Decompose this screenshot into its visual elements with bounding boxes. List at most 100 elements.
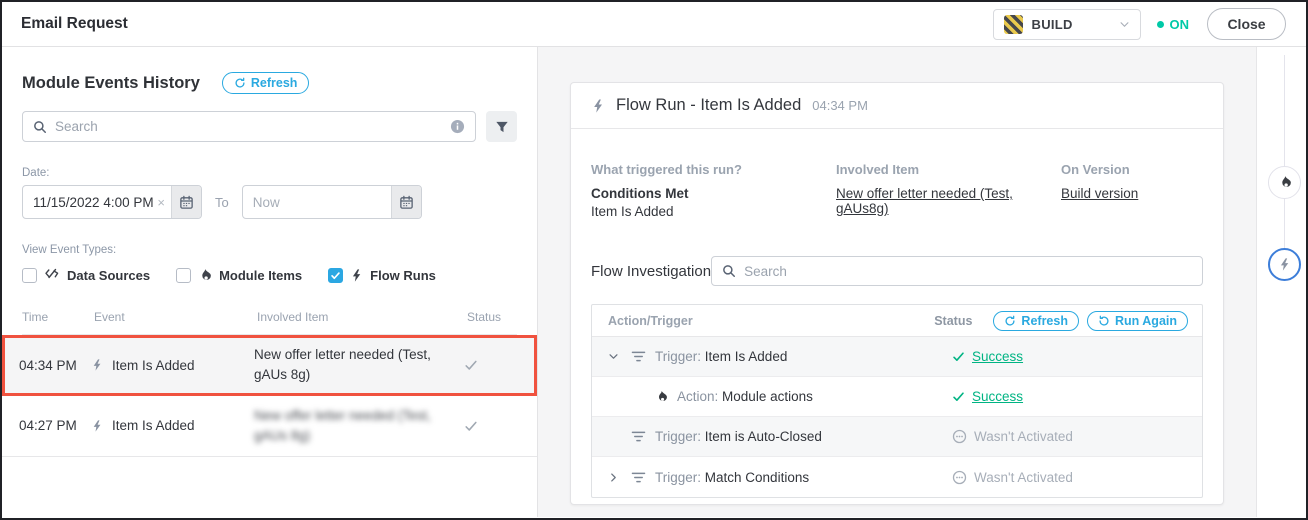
filter-button[interactable] [486, 111, 517, 142]
build-version-select[interactable]: BUILD [993, 9, 1141, 40]
step-prefix: Trigger: [655, 429, 701, 444]
flow-investigation-table: Action/Trigger Status Refresh Run Again [591, 304, 1203, 498]
flow-step-row[interactable]: Trigger: Item Is Added Success [592, 337, 1202, 377]
chevron-down-icon [1119, 19, 1130, 30]
event-type-filters: Data Sources Module Items Flow Runs [22, 267, 517, 283]
run-again-button[interactable]: Run Again [1087, 311, 1188, 331]
flame-icon [198, 268, 212, 283]
checkbox-checked[interactable] [328, 268, 343, 283]
event-row[interactable]: 04:27 PM Item Is Added New offer letter … [2, 396, 537, 458]
status-link[interactable]: Success [972, 349, 1023, 364]
calendar-icon [179, 195, 194, 210]
flow-step-row[interactable]: Action: Module actions Success [592, 377, 1202, 417]
refresh-label: Refresh [1021, 314, 1068, 328]
step-name: Module actions [722, 389, 813, 404]
checkbox-unchecked[interactable] [176, 268, 191, 283]
trigger-funnel-icon [631, 471, 646, 484]
refresh-button[interactable]: Refresh [222, 72, 310, 94]
date-from-calendar-button[interactable] [171, 186, 201, 218]
col-involved-item: Involved Item [257, 310, 467, 324]
timeline-line [1284, 55, 1285, 251]
date-range-row: × To [22, 185, 517, 219]
chevron-right-icon[interactable] [608, 472, 622, 483]
filter-label: Flow Runs [370, 268, 436, 283]
date-to-input[interactable] [243, 195, 391, 210]
flame-icon [1278, 175, 1292, 190]
flow-table-header: Action/Trigger Status Refresh Run Again [592, 305, 1202, 337]
close-button[interactable]: Close [1207, 8, 1286, 40]
events-search-input[interactable] [55, 119, 442, 134]
checkbox-unchecked[interactable] [22, 268, 37, 283]
filter-flow-runs[interactable]: Flow Runs [328, 268, 436, 283]
involved-label: Involved Item [836, 162, 1061, 177]
top-bar: Email Request BUILD ON Close [2, 2, 1306, 47]
refresh-icon [1004, 315, 1016, 327]
version-label: On Version [1061, 162, 1203, 177]
status-badge: ON [1157, 17, 1190, 32]
col-action-trigger: Action/Trigger [608, 314, 934, 328]
search-icon [722, 264, 736, 278]
flow-step-row[interactable]: Trigger: Match Conditions Wasn't Activat… [592, 457, 1202, 497]
trigger-info-column: What triggered this run? Conditions Met … [591, 162, 836, 219]
refresh-button[interactable]: Refresh [993, 311, 1079, 331]
flow-timeline-rail [1256, 47, 1306, 517]
module-node-button[interactable] [1268, 166, 1301, 199]
investigation-search-input[interactable] [744, 264, 1192, 279]
flow-run-header: Flow Run - Item Is Added 04:34 PM [571, 83, 1223, 129]
flow-run-time: 04:34 PM [812, 98, 868, 113]
bolt-icon [350, 268, 363, 283]
event-time: 04:27 PM [19, 418, 91, 433]
involved-item-text: New offer letter needed (Test, gAUs 8g) [254, 345, 464, 386]
top-controls: BUILD ON Close [993, 8, 1287, 40]
event-time: 04:34 PM [19, 358, 91, 373]
date-to-field [242, 185, 422, 219]
success-check-icon [952, 350, 965, 363]
involved-item-link[interactable]: New offer letter needed (Test, gAUs8g) [836, 186, 1061, 216]
status-text: Wasn't Activated [974, 470, 1073, 485]
status-link[interactable]: Success [972, 389, 1023, 404]
filter-module-items[interactable]: Module Items [176, 268, 302, 283]
col-event: Event [94, 310, 257, 324]
step-prefix: Action: [677, 389, 718, 404]
events-table: Time Event Involved Item Status 04:34 PM… [22, 310, 517, 457]
date-from-input[interactable] [23, 195, 157, 210]
run-again-label: Run Again [1115, 314, 1177, 328]
events-search-field [22, 111, 476, 142]
event-types-label: View Event Types: [22, 244, 517, 256]
refresh-icon [234, 77, 246, 89]
module-events-history-panel: Module Events History Refresh [2, 47, 538, 517]
calendar-icon [399, 195, 414, 210]
build-stripes-icon [1004, 15, 1023, 34]
involved-item-column: Involved Item New offer letter needed (T… [836, 162, 1061, 219]
triggered-sub: Item Is Added [591, 204, 836, 219]
event-name: Item Is Added [112, 418, 195, 433]
date-to-calendar-button[interactable] [391, 186, 421, 218]
clear-date-icon[interactable]: × [157, 195, 171, 210]
step-prefix: Trigger: [655, 349, 701, 364]
flow-run-card: Flow Run - Item Is Added 04:34 PM What t… [570, 82, 1224, 505]
not-activated-icon [952, 429, 967, 444]
filter-data-sources[interactable]: Data Sources [22, 267, 150, 283]
trigger-funnel-icon [631, 350, 646, 363]
involved-item-text-redacted: New offer letter needed (Test, gAUs 8g) [254, 406, 464, 447]
chevron-down-icon[interactable] [608, 351, 622, 362]
flow-step-row[interactable]: Trigger: Item is Auto-Closed Wasn't Acti… [592, 417, 1202, 457]
bolt-icon [91, 358, 103, 372]
bolt-icon [1278, 257, 1291, 272]
step-name: Item is Auto-Closed [705, 429, 822, 444]
flow-investigation-title: Flow Investigation [591, 263, 711, 280]
step-name: Match Conditions [705, 470, 809, 485]
info-icon[interactable] [450, 119, 465, 134]
flame-icon [655, 390, 668, 404]
date-label: Date: [22, 167, 517, 179]
flow-run-area: Flow Run - Item Is Added 04:34 PM What t… [538, 47, 1256, 517]
check-icon [464, 358, 520, 372]
flow-run-node-button-selected[interactable] [1268, 248, 1301, 281]
run-info-section: What triggered this run? Conditions Met … [571, 129, 1223, 219]
not-activated-icon [952, 470, 967, 485]
col-time: Time [22, 310, 94, 324]
panel-title: Module Events History [22, 74, 200, 93]
event-row-selected[interactable]: 04:34 PM Item Is Added New offer letter … [2, 335, 537, 396]
build-version-link[interactable]: Build version [1061, 186, 1138, 201]
triggered-value: Conditions Met [591, 186, 836, 201]
